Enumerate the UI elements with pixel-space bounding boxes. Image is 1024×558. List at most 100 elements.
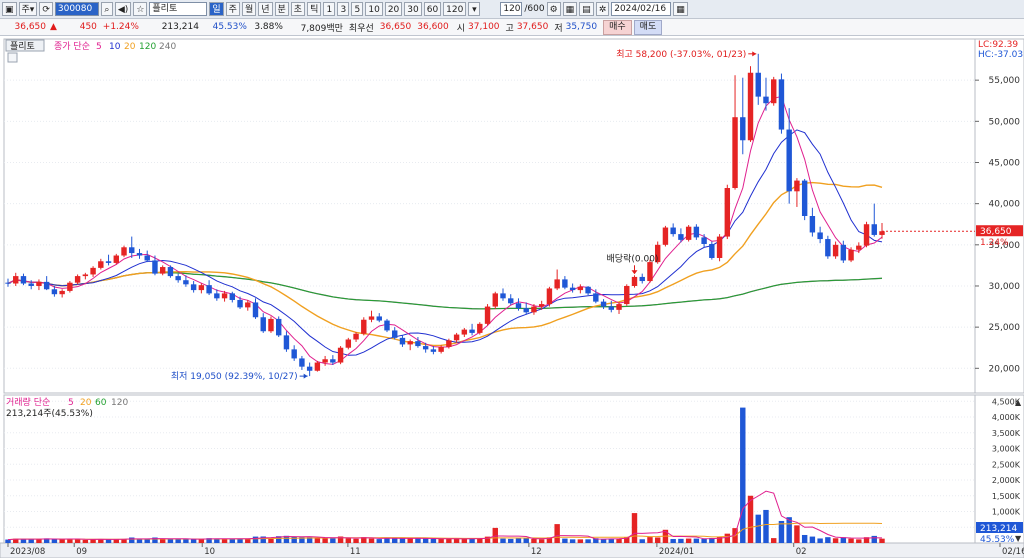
candle-body bbox=[469, 329, 475, 333]
candle-body bbox=[345, 339, 352, 348]
candle-body bbox=[631, 276, 638, 286]
candle-body bbox=[368, 316, 375, 320]
trade-amount: 7,809백만 bbox=[300, 23, 343, 34]
minute-1-button[interactable]: 1 bbox=[323, 2, 336, 16]
candle-body bbox=[724, 188, 731, 237]
volume-bar bbox=[453, 538, 460, 543]
save-icon[interactable]: ▤ bbox=[579, 2, 594, 16]
volume-bar bbox=[600, 539, 607, 543]
candle-body bbox=[778, 79, 785, 130]
period-month-button[interactable]: 월 bbox=[241, 2, 257, 16]
minute-20-button[interactable]: 20 bbox=[384, 2, 403, 16]
volume-bar bbox=[616, 538, 622, 543]
period-minute-button[interactable]: 분 bbox=[274, 2, 289, 16]
date-input[interactable]: 2024/02/16 bbox=[611, 2, 672, 16]
price-tick-label: 20,000 bbox=[989, 364, 1021, 374]
volume-bar bbox=[569, 539, 576, 543]
candle-body bbox=[825, 239, 831, 257]
ma-title: 종가 단순 bbox=[54, 41, 90, 52]
sell-button[interactable]: 매도 bbox=[633, 19, 663, 35]
stock-chart: 20,00025,00030,00035,00040,00045,00050,0… bbox=[0, 38, 1024, 558]
volume-bar bbox=[252, 536, 259, 543]
volume-tick-label: 1,500K bbox=[992, 492, 1021, 501]
stock-name-field[interactable]: 플리토 bbox=[149, 2, 208, 16]
chart-type-select[interactable]: 주▾ bbox=[18, 2, 38, 16]
menu-icon[interactable]: ▣ bbox=[2, 2, 17, 16]
volume-bar bbox=[740, 407, 746, 543]
gear-icon[interactable]: ✲ bbox=[595, 2, 610, 16]
volume-bar bbox=[647, 537, 653, 543]
candle-body bbox=[647, 262, 653, 282]
volume-bar bbox=[136, 539, 143, 543]
candle-body bbox=[453, 334, 460, 341]
count-input[interactable]: 120 bbox=[500, 2, 523, 16]
search-icon[interactable]: ⌕ bbox=[100, 2, 113, 16]
price-tick-label: 25,000 bbox=[989, 323, 1021, 333]
volume-ma-title-text: 거래량 단순 bbox=[6, 396, 50, 408]
candle-body bbox=[299, 358, 305, 367]
minute-120-button[interactable]: 120 bbox=[443, 2, 467, 16]
candle-body bbox=[670, 227, 676, 235]
candle-body bbox=[330, 359, 336, 363]
ma20-label: 20 bbox=[124, 42, 136, 52]
open-price: 37,100 bbox=[468, 22, 500, 32]
candle-body bbox=[384, 320, 390, 331]
minute-3-button[interactable]: 3 bbox=[337, 2, 350, 16]
date-tick-label: 11 bbox=[350, 547, 361, 557]
star-icon[interactable]: ☆ bbox=[133, 2, 148, 16]
dividend-annotation: 배당락(0.00) bbox=[607, 252, 659, 264]
minute-dropdown-icon[interactable]: ▾ bbox=[468, 2, 481, 16]
candle-body bbox=[98, 261, 104, 268]
volume-bar bbox=[500, 538, 506, 543]
candle-body bbox=[361, 319, 367, 334]
period-year-button[interactable]: 년 bbox=[258, 2, 273, 16]
period-day-button[interactable]: 일 bbox=[209, 2, 224, 16]
price-axis bbox=[974, 38, 1024, 394]
volume-bar bbox=[322, 538, 328, 543]
settings-icon[interactable]: ⚙ bbox=[546, 2, 561, 16]
grid-icon[interactable]: ▦ bbox=[562, 2, 578, 16]
volume-bar bbox=[817, 538, 823, 543]
candle-body bbox=[871, 224, 877, 235]
volume-bar bbox=[701, 538, 707, 543]
candle-body bbox=[82, 274, 89, 277]
candle-body bbox=[167, 267, 174, 277]
candle-body bbox=[562, 279, 568, 288]
period-week-button[interactable]: 주 bbox=[225, 2, 240, 16]
refresh-icon[interactable]: ⟳ bbox=[39, 2, 53, 16]
count-total: /600 bbox=[524, 4, 545, 14]
stock-code-input[interactable]: 300080 bbox=[54, 2, 99, 16]
volume-bar bbox=[492, 527, 498, 543]
volume-bar bbox=[461, 539, 468, 543]
candle-body bbox=[376, 316, 382, 321]
ma5-label: 5 bbox=[96, 42, 102, 52]
candle-body bbox=[484, 306, 491, 324]
candle-body bbox=[577, 286, 584, 291]
candle-body bbox=[716, 236, 723, 258]
candle-body bbox=[817, 232, 823, 240]
candle-body bbox=[477, 323, 483, 333]
minute-5-button[interactable]: 5 bbox=[351, 2, 364, 16]
speaker-icon[interactable]: ◀) bbox=[114, 2, 132, 16]
period-tick-button[interactable]: 틱 bbox=[307, 2, 322, 16]
period-second-button[interactable]: 초 bbox=[290, 2, 306, 16]
candle-body bbox=[13, 276, 19, 284]
minute-30-button[interactable]: 30 bbox=[404, 2, 422, 16]
up-arrow-icon: ▲ bbox=[50, 22, 57, 32]
volume-bar bbox=[809, 536, 816, 543]
ma120-label: 120 bbox=[139, 42, 156, 52]
candle-body bbox=[515, 303, 522, 309]
minute-10-button[interactable]: 10 bbox=[365, 2, 383, 16]
calendar-icon[interactable]: ▦ bbox=[673, 2, 688, 16]
minute-60-button[interactable]: 60 bbox=[423, 2, 442, 16]
buy-button[interactable]: 매수 bbox=[603, 19, 632, 35]
quote-bar: 36,650 ▲ 450 +1.24% 213,214 45.53% 3.88%… bbox=[0, 19, 1024, 36]
volume-bar bbox=[407, 538, 413, 543]
panel-menu-icon[interactable] bbox=[7, 52, 18, 63]
candle-body bbox=[863, 224, 870, 246]
candle-body bbox=[685, 226, 692, 240]
candle-body bbox=[771, 79, 777, 104]
ma10-label: 10 bbox=[109, 42, 121, 52]
high-annotation: 최고 58,200 (-37.03%, 01/23) bbox=[616, 49, 746, 60]
volume-bar bbox=[508, 538, 514, 543]
